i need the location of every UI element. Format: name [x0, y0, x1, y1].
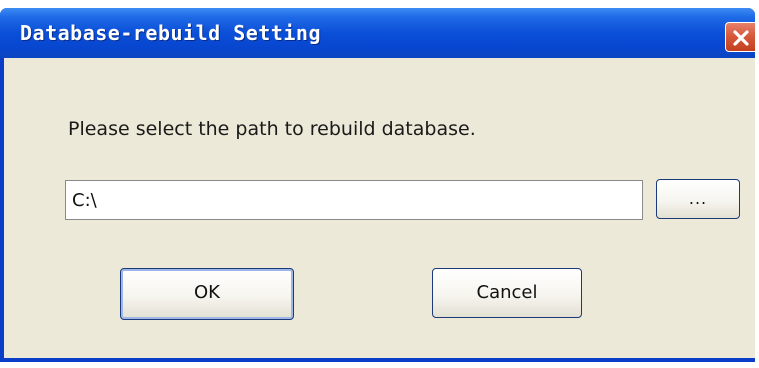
title-bar[interactable]: Database-rebuild Setting — [0, 8, 755, 58]
cancel-button[interactable]: Cancel — [432, 268, 582, 318]
path-prompt-label: Please select the path to rebuild databa… — [68, 118, 476, 140]
close-icon — [733, 30, 749, 46]
dialog-body: Please select the path to rebuild databa… — [4, 58, 755, 358]
window-title: Database-rebuild Setting — [20, 21, 321, 45]
browse-button[interactable]: ... — [656, 179, 740, 219]
close-button[interactable] — [725, 22, 755, 52]
ok-button[interactable]: OK — [120, 268, 294, 320]
dialog-window: Database-rebuild Setting Please select t… — [0, 8, 755, 362]
path-input[interactable] — [65, 180, 643, 220]
